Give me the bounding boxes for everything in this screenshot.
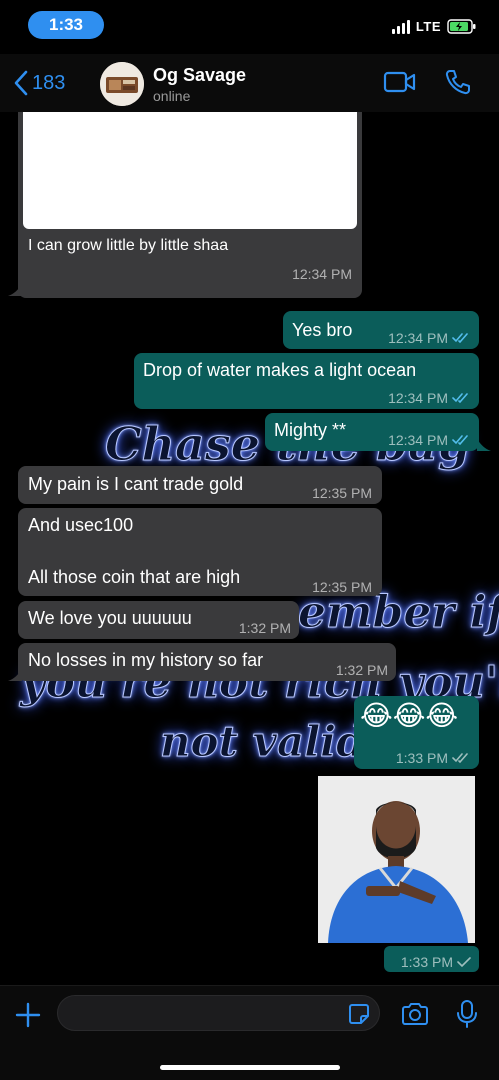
message-time: 1:32 PM <box>238 620 291 636</box>
sticker-button[interactable] <box>348 1003 370 1030</box>
time-label: 12:34 PM <box>388 432 448 448</box>
time-label: 1:33 PM <box>395 750 448 766</box>
read-ticks-icon <box>452 333 468 343</box>
incoming-message[interactable]: No losses in my history so far 1:32 PM <box>18 643 396 681</box>
chat-header: 183 Og Savage online <box>0 54 499 112</box>
message-text: Mighty ** <box>274 420 347 440</box>
sent-tick-icon <box>457 957 471 967</box>
sent-photo[interactable] <box>318 776 475 943</box>
plus-icon <box>15 1002 41 1028</box>
outgoing-emoji-message[interactable]: 😂😂😂 1:33 PM <box>354 696 479 769</box>
message-time: 12:35 PM <box>312 485 372 501</box>
home-indicator <box>160 1065 340 1070</box>
time-label: 12:34 PM <box>388 330 448 346</box>
bubble-tail-icon <box>8 284 22 296</box>
message-time: 1:33 PM <box>401 951 471 973</box>
incoming-image-message[interactable]: I can grow little by little shaa 12:34 P… <box>18 112 362 298</box>
incoming-message[interactable]: And usec100 All those coin that are high… <box>18 508 382 596</box>
read-ticks-icon <box>452 393 468 403</box>
bubble-tail-icon <box>477 439 491 451</box>
contact-status: online <box>153 88 191 104</box>
contact-avatar[interactable] <box>100 62 144 106</box>
message-composer <box>0 985 499 1080</box>
time-label: 12:34 PM <box>388 390 448 406</box>
avatar-image-icon <box>100 62 144 106</box>
message-text: Yes bro <box>292 320 353 340</box>
unread-count: 183 <box>32 71 66 94</box>
message-text: And usec100 <box>28 515 134 535</box>
back-button[interactable]: 183 <box>14 70 65 96</box>
message-text: I can grow little by little shaa <box>28 237 229 254</box>
status-time: 1:33 <box>28 11 104 39</box>
network-label: LTE <box>415 19 441 34</box>
sticker-icon <box>349 1004 369 1024</box>
voice-call-button[interactable] <box>444 68 472 101</box>
time-label: 1:33 PM <box>400 954 453 970</box>
voice-note-button[interactable] <box>456 999 478 1034</box>
read-ticks-icon <box>452 435 468 445</box>
message-text: No losses in my history so far <box>28 650 264 670</box>
message-time: 12:34 PM <box>388 429 470 451</box>
photo-time-tag: 1:33 PM <box>384 946 479 972</box>
message-time: 12:35 PM <box>312 579 372 595</box>
incoming-message[interactable]: We love you uuuuuu 1:32 PM <box>18 601 299 639</box>
message-text: We love you uuuuuu <box>28 608 192 628</box>
chat-area[interactable]: Chase the bag ember if you're not rich y… <box>0 112 499 985</box>
video-camera-icon <box>383 71 416 93</box>
chevron-left-icon <box>14 70 28 96</box>
message-text: My pain is I cant trade gold <box>28 474 244 494</box>
message-text: Drop of water makes a light ocean <box>143 360 417 380</box>
message-text: 😂😂😂 <box>360 700 459 731</box>
outgoing-message[interactable]: Drop of water makes a light ocean 12:34 … <box>134 353 479 409</box>
signal-icon <box>391 19 410 34</box>
message-time: 12:34 PM <box>292 266 352 282</box>
delivered-ticks-icon <box>452 753 468 763</box>
message-time: 1:32 PM <box>335 662 388 678</box>
attach-button[interactable] <box>15 1002 41 1033</box>
battery-icon <box>447 19 476 34</box>
contact-name[interactable]: Og Savage <box>153 65 246 86</box>
bubble-tail-icon <box>8 669 22 681</box>
status-bar: 1:33 LTE <box>0 0 499 54</box>
microphone-icon <box>457 1000 477 1028</box>
outgoing-message[interactable]: Yes bro 12:34 PM <box>283 311 479 349</box>
camera-button[interactable] <box>400 1002 430 1031</box>
outgoing-message[interactable]: Mighty ** 12:34 PM <box>265 413 479 451</box>
wallpaper-text-4: not valid <box>159 717 366 767</box>
status-indicators: LTE <box>391 19 477 34</box>
message-time: 1:33 PM <box>396 747 470 769</box>
video-call-button[interactable] <box>383 70 417 99</box>
message-text-line2: All those coin that are high <box>28 567 241 587</box>
person-photo-icon <box>318 776 475 943</box>
camera-icon <box>402 1003 428 1025</box>
message-time: 12:34 PM <box>388 327 470 349</box>
incoming-message[interactable]: My pain is I cant trade gold 12:35 PM <box>18 466 382 504</box>
message-time: 12:34 PM <box>388 387 470 409</box>
phone-icon <box>445 70 470 95</box>
attached-image[interactable] <box>23 112 357 229</box>
message-input[interactable] <box>57 995 380 1031</box>
